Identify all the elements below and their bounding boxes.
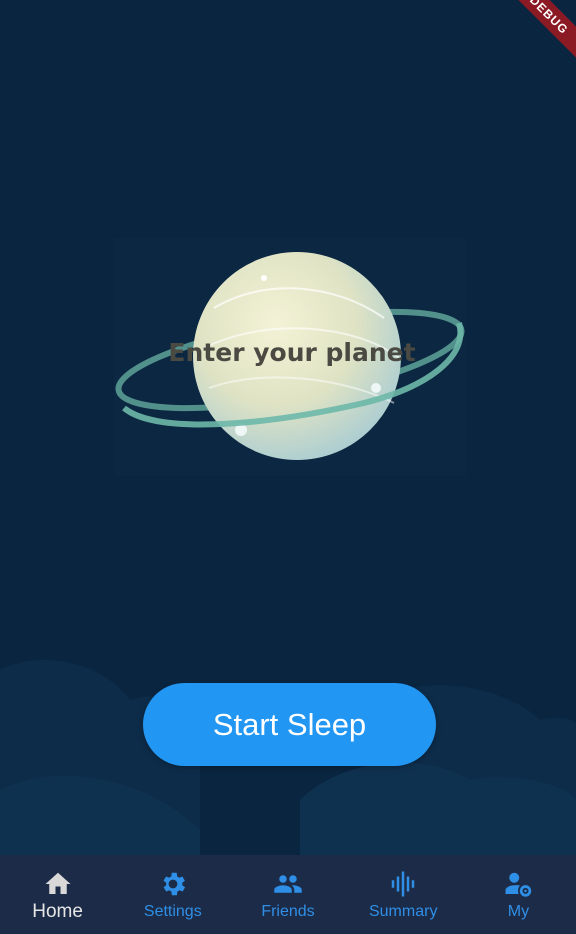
home-screen: DEBUG Enter your planet Start Sleep Home… [0, 0, 576, 934]
gear-icon [163, 872, 185, 896]
bottom-navigation: Home Settings Friends Summary My [0, 855, 576, 934]
start-sleep-button[interactable]: Start Sleep [143, 683, 436, 766]
nav-item-friends[interactable]: Friends [230, 855, 345, 934]
planet-prompt: Enter your planet [168, 338, 416, 367]
nav-item-my[interactable]: My [461, 855, 576, 934]
nav-label-friends: Friends [261, 903, 315, 920]
nav-item-home[interactable]: Home [0, 855, 115, 934]
nav-label-my: My [507, 903, 530, 920]
nav-label-summary: Summary [368, 903, 438, 920]
waveform-icon [391, 871, 415, 897]
home-icon [45, 872, 71, 894]
nav-label-home: Home [32, 901, 83, 922]
nav-item-settings[interactable]: Settings [115, 855, 230, 934]
nav-label-settings: Settings [143, 903, 202, 920]
nav-item-summary[interactable]: Summary [346, 855, 461, 934]
user-gear-icon [505, 872, 532, 897]
people-icon [274, 875, 302, 893]
